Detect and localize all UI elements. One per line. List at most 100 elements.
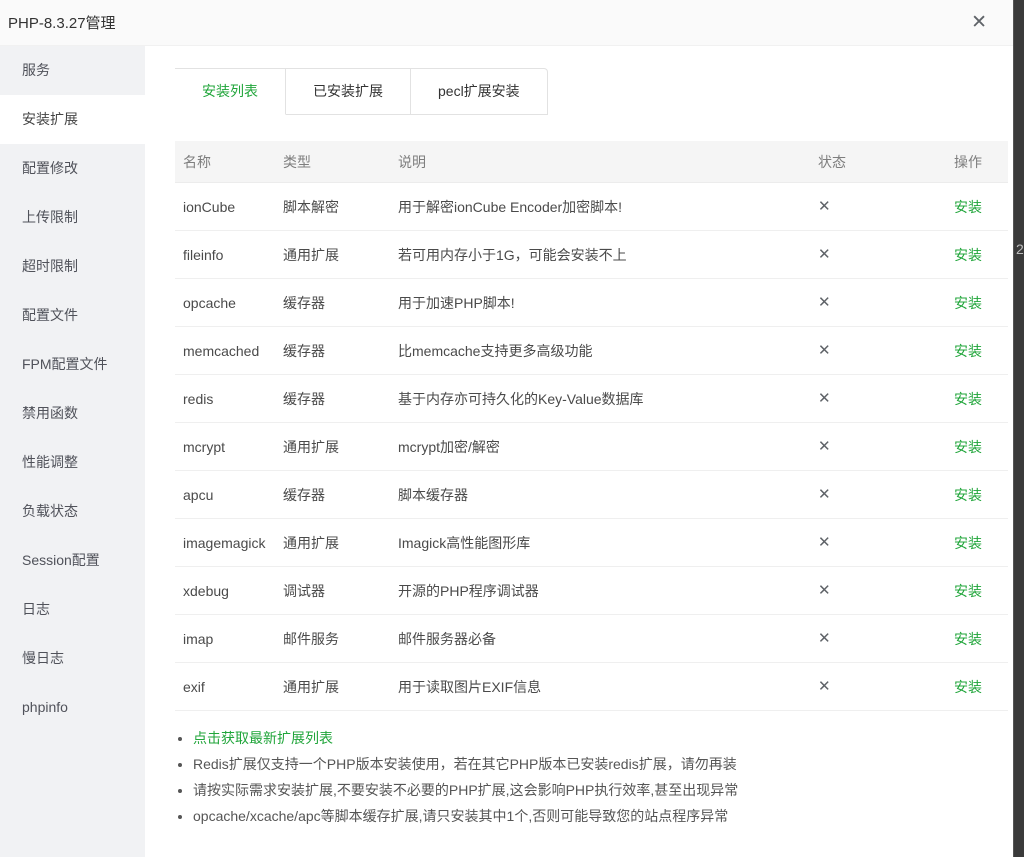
note-item: 请按实际需求安装扩展,不要安装不必要的PHP扩展,这会影响PHP执行效率,甚至出… <box>193 777 1013 803</box>
sidebar-item[interactable]: 服务 <box>0 46 145 95</box>
extension-description: 用于解密ionCube Encoder加密脚本! <box>398 197 818 217</box>
extension-type: 缓存器 <box>283 485 398 505</box>
install-button[interactable]: 安装 <box>954 295 982 311</box>
extension-type: 脚本解密 <box>283 197 398 217</box>
sidebar-item-label: FPM配置文件 <box>22 356 108 372</box>
sidebar-item[interactable]: 禁用函数 <box>0 389 145 438</box>
not-installed-icon: ✕ <box>818 534 831 551</box>
extension-name: imagemagick <box>175 533 283 553</box>
install-button[interactable]: 安装 <box>954 199 982 215</box>
sidebar-item[interactable]: Session配置 <box>0 536 145 585</box>
table-row: redis 缓存器 基于内存亦可持久化的Key-Value数据库 ✕ 安装 <box>175 375 1008 423</box>
install-button[interactable]: 安装 <box>954 487 982 503</box>
sidebar-item[interactable]: 安装扩展 <box>0 95 145 144</box>
extension-type: 通用扩展 <box>283 533 398 553</box>
extension-name: xdebug <box>175 581 283 601</box>
extension-type: 通用扩展 <box>283 677 398 697</box>
not-installed-icon: ✕ <box>818 342 831 359</box>
install-button[interactable]: 安装 <box>954 535 982 551</box>
dialog-titlebar: PHP-8.3.27管理 ✕ <box>0 0 1013 46</box>
page-behind-modal: 2 <box>1013 0 1024 857</box>
table-row: exif 通用扩展 用于读取图片EXIF信息 ✕ 安装 <box>175 663 1008 711</box>
table-row: memcached 缓存器 比memcache支持更多高级功能 ✕ 安装 <box>175 327 1008 375</box>
sidebar-item-label: 禁用函数 <box>22 405 78 421</box>
extension-description: 用于加速PHP脚本! <box>398 293 818 313</box>
install-button[interactable]: 安装 <box>954 631 982 647</box>
column-header-desc: 说明 <box>398 152 818 172</box>
tab-label: 已安装扩展 <box>313 83 383 99</box>
not-installed-icon: ✕ <box>818 198 831 215</box>
extension-name: opcache <box>175 293 283 313</box>
install-button[interactable]: 安装 <box>954 439 982 455</box>
sidebar-item[interactable]: 配置修改 <box>0 144 145 193</box>
install-button[interactable]: 安装 <box>954 247 982 263</box>
notes-list: 点击获取最新扩展列表 Redis扩展仅支持一个PHP版本安装使用，若在其它PHP… <box>193 725 1013 829</box>
extension-name: mcrypt <box>175 437 283 457</box>
extension-description: 邮件服务器必备 <box>398 629 818 649</box>
sidebar-item-label: 日志 <box>22 601 50 617</box>
tab[interactable]: 安装列表 <box>175 68 286 115</box>
sidebar-item[interactable]: 慢日志 <box>0 634 145 683</box>
install-button[interactable]: 安装 <box>954 343 982 359</box>
extension-description: 用于读取图片EXIF信息 <box>398 677 818 697</box>
extension-name: fileinfo <box>175 245 283 265</box>
note-item: 点击获取最新扩展列表 <box>193 725 1013 751</box>
column-header-status: 状态 <box>818 152 922 172</box>
table-row: imagemagick 通用扩展 Imagick高性能图形库 ✕ 安装 <box>175 519 1008 567</box>
extension-table: 名称 类型 说明 状态 操作 ionCube 脚本解密 用于解密ionCube … <box>175 141 1008 711</box>
sidebar-item[interactable]: 性能调整 <box>0 438 145 487</box>
column-header-type: 类型 <box>283 152 398 172</box>
table-row: apcu 缓存器 脚本缓存器 ✕ 安装 <box>175 471 1008 519</box>
not-installed-icon: ✕ <box>818 486 831 503</box>
extension-name: exif <box>175 677 283 697</box>
extension-description: Imagick高性能图形库 <box>398 533 818 553</box>
not-installed-icon: ✕ <box>818 678 831 695</box>
not-installed-icon: ✕ <box>818 246 831 263</box>
note-text[interactable]: 点击获取最新扩展列表 <box>193 730 333 746</box>
sidebar-item-label: 超时限制 <box>22 258 78 274</box>
sidebar-item-label: 服务 <box>22 62 50 78</box>
sidebar-item-label: 安装扩展 <box>22 111 78 127</box>
install-button[interactable]: 安装 <box>954 583 982 599</box>
extension-name: apcu <box>175 485 283 505</box>
not-installed-icon: ✕ <box>818 294 831 311</box>
sidebar-item-label: Session配置 <box>22 552 100 568</box>
not-installed-icon: ✕ <box>818 438 831 455</box>
tab[interactable]: 已安装扩展 <box>286 68 411 115</box>
table-row: fileinfo 通用扩展 若可用内存小于1G，可能会安装不上 ✕ 安装 <box>175 231 1008 279</box>
extension-name: imap <box>175 629 283 649</box>
note-text: Redis扩展仅支持一个PHP版本安装使用，若在其它PHP版本已安装redis扩… <box>193 756 737 772</box>
sidebar-item-label: phpinfo <box>22 699 68 715</box>
extension-type: 缓存器 <box>283 341 398 361</box>
tab-label: 安装列表 <box>202 83 258 99</box>
install-button[interactable]: 安装 <box>954 679 982 695</box>
tab[interactable]: pecl扩展安装 <box>411 68 548 115</box>
sidebar-item[interactable]: 配置文件 <box>0 291 145 340</box>
close-icon[interactable]: ✕ <box>971 13 987 32</box>
php-manage-dialog: PHP-8.3.27管理 ✕ 服务 安装扩展 配置修改 上传限制 超时限制 配置… <box>0 0 1013 857</box>
sidebar-item[interactable]: 日志 <box>0 585 145 634</box>
sidebar-item[interactable]: phpinfo <box>0 683 145 732</box>
install-button[interactable]: 安装 <box>954 391 982 407</box>
sidebar-item[interactable]: FPM配置文件 <box>0 340 145 389</box>
not-installed-icon: ✕ <box>818 630 831 647</box>
sidebar: 服务 安装扩展 配置修改 上传限制 超时限制 配置文件 FPM配置文件 禁用函数… <box>0 46 145 857</box>
sidebar-item[interactable]: 上传限制 <box>0 193 145 242</box>
extension-name: redis <box>175 389 283 409</box>
sidebar-item-label: 配置修改 <box>22 160 78 176</box>
note-text: 请按实际需求安装扩展,不要安装不必要的PHP扩展,这会影响PHP执行效率,甚至出… <box>193 782 738 798</box>
content-panel: 安装列表 已安装扩展 pecl扩展安装 名称 类型 说明 状态 操作 <box>145 46 1013 857</box>
table-row: xdebug 调试器 开源的PHP程序调试器 ✕ 安装 <box>175 567 1008 615</box>
extension-description: mcrypt加密/解密 <box>398 437 818 457</box>
extension-description: 脚本缓存器 <box>398 485 818 505</box>
tab-label: pecl扩展安装 <box>438 83 520 99</box>
sidebar-item-label: 配置文件 <box>22 307 78 323</box>
sidebar-item[interactable]: 超时限制 <box>0 242 145 291</box>
extension-type: 通用扩展 <box>283 245 398 265</box>
sidebar-item[interactable]: 负载状态 <box>0 487 145 536</box>
table-header-row: 名称 类型 说明 状态 操作 <box>175 141 1008 183</box>
extension-type: 邮件服务 <box>283 629 398 649</box>
table-row: mcrypt 通用扩展 mcrypt加密/解密 ✕ 安装 <box>175 423 1008 471</box>
extension-description: 基于内存亦可持久化的Key-Value数据库 <box>398 389 818 409</box>
table-body: ionCube 脚本解密 用于解密ionCube Encoder加密脚本! ✕ … <box>175 183 1008 711</box>
